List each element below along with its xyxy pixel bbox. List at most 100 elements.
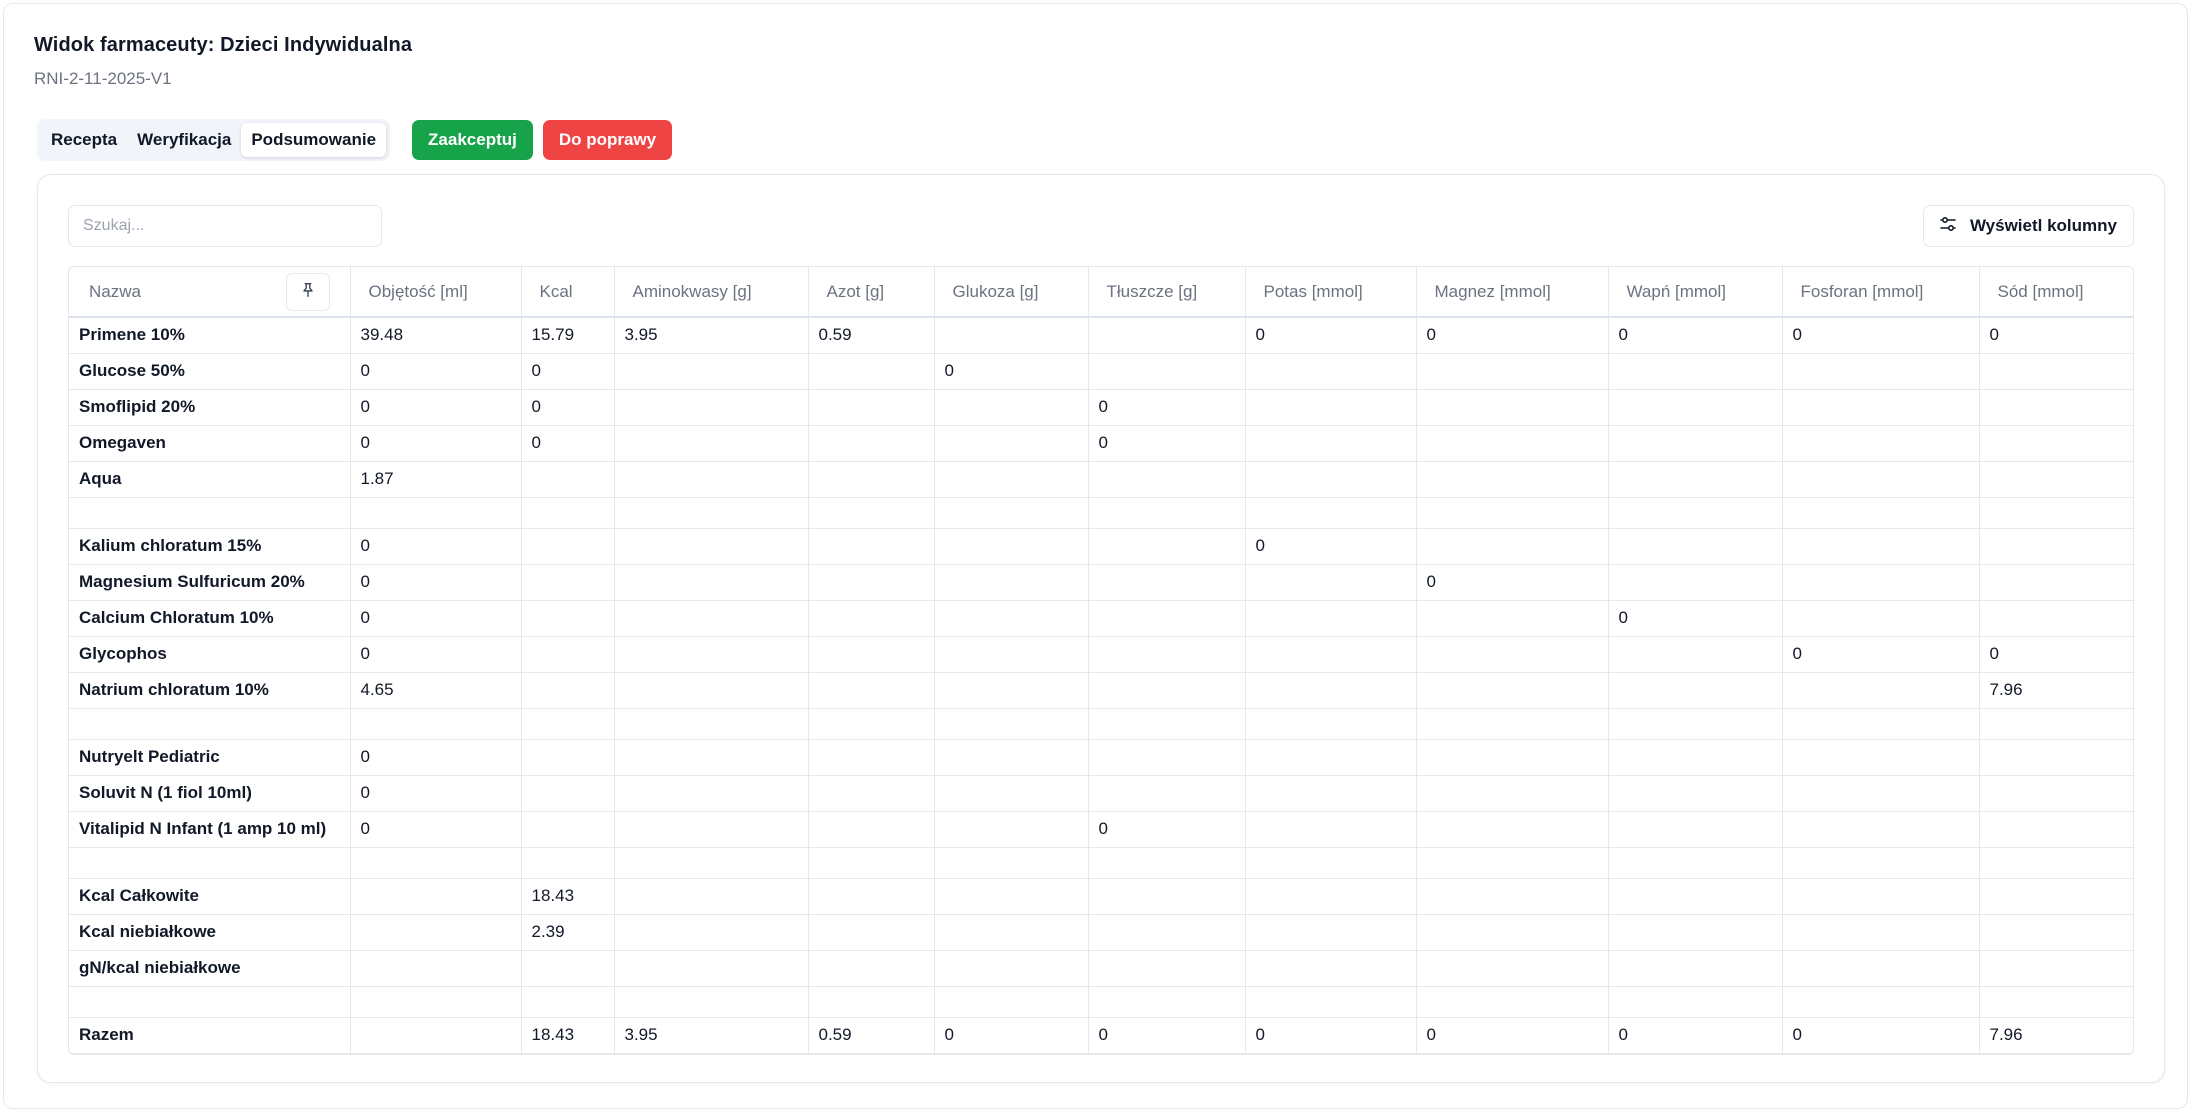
table-cell	[1782, 497, 1980, 529]
table-cell	[614, 739, 809, 776]
table-cell	[521, 847, 615, 879]
table-cell	[808, 425, 935, 462]
table-cell: 0	[350, 739, 522, 776]
row-name-cell: Soluvit N (1 fiol 10ml)	[69, 775, 351, 812]
table-cell	[1245, 878, 1417, 915]
table-cell	[521, 672, 615, 709]
sliders-icon	[1938, 214, 1958, 239]
column-header-label: Tłuszcze [g]	[1106, 281, 1198, 301]
table-cell: 0	[1979, 636, 2133, 673]
reject-button[interactable]: Do poprawy	[542, 120, 673, 160]
search-input[interactable]	[68, 205, 382, 247]
accept-button[interactable]: Zaakceptuj	[412, 120, 533, 160]
table-cell: 0	[934, 1017, 1089, 1054]
table-cell: 0	[934, 353, 1089, 390]
column-header[interactable]: Tłuszcze [g]	[1088, 267, 1246, 318]
table-row: Soluvit N (1 fiol 10ml) 0	[69, 775, 2133, 812]
table-cell	[521, 600, 615, 637]
tab-recepta[interactable]: Recepta	[41, 123, 127, 157]
table-cell	[614, 564, 809, 601]
table-cell	[1608, 847, 1783, 879]
table-cell	[350, 847, 522, 879]
table-cell	[934, 389, 1089, 426]
table-cell: 0	[1245, 1017, 1417, 1054]
column-header[interactable]: Azot [g]	[808, 267, 935, 318]
table-row: Glucose 50% 0 0 0	[69, 353, 2133, 390]
table-cell	[614, 425, 809, 462]
table-cell	[1782, 528, 1980, 565]
table-cell	[1979, 461, 2133, 498]
table-cell	[1608, 986, 1783, 1018]
table-cell	[1416, 739, 1609, 776]
table-cell	[1088, 353, 1246, 390]
column-header[interactable]: Aminokwasy [g]	[614, 267, 809, 318]
table-cell	[1088, 775, 1246, 812]
table-cell	[808, 914, 935, 951]
table-cell	[1608, 353, 1783, 390]
table-cell	[1782, 914, 1980, 951]
table-cell: 0	[1782, 317, 1980, 354]
row-name-cell: Calcium Chloratum 10%	[69, 600, 351, 637]
tab-weryfikacja[interactable]: Weryfikacja	[127, 123, 241, 157]
table-cell: 0	[1782, 1017, 1980, 1054]
table-cell	[1979, 528, 2133, 565]
table-row: Smoflipid 20% 0 0 0	[69, 389, 2133, 426]
table-cell	[521, 950, 615, 987]
table-cell	[1088, 739, 1246, 776]
page-header: Widok farmaceuty: Dzieci Indywidualna RN…	[34, 34, 412, 89]
table-cell	[1608, 528, 1783, 565]
table-cell	[1608, 950, 1783, 987]
table-cell	[1782, 811, 1980, 848]
table-cell	[1979, 564, 2133, 601]
table-cell	[614, 497, 809, 529]
column-header[interactable]: Glukoza [g]	[934, 267, 1089, 318]
column-header-nazwa[interactable]: Nazwa	[69, 267, 351, 318]
column-header[interactable]: Sód [mmol]	[1979, 267, 2133, 318]
table-cell	[521, 497, 615, 529]
pin-icon	[299, 281, 317, 304]
table-cell	[614, 353, 809, 390]
table-cell	[521, 528, 615, 565]
table-cell	[1608, 914, 1783, 951]
table-cell	[808, 461, 935, 498]
table-cell: 0	[1979, 317, 2133, 354]
column-header[interactable]: Fosforan [mmol]	[1782, 267, 1980, 318]
table-cell: 15.79	[521, 317, 615, 354]
tab-podsumowanie[interactable]: Podsumowanie	[241, 123, 387, 157]
table-cell: 0	[350, 425, 522, 462]
toolbar: Recepta Weryfikacja Podsumowanie Zaakcep…	[37, 119, 673, 161]
row-name-cell: Glucose 50%	[69, 353, 351, 390]
column-header-label: Kcal	[539, 281, 573, 301]
row-name-cell: Natrium chloratum 10%	[69, 672, 351, 709]
table-cell: 0	[350, 528, 522, 565]
table-cell	[1245, 425, 1417, 462]
table-cell: 0	[350, 389, 522, 426]
row-name-cell: Kcal Całkowite	[69, 878, 351, 915]
column-header[interactable]: Objętość [ml]	[350, 267, 522, 318]
table-cell	[1608, 389, 1783, 426]
table-row: Kalium chloratum 15% 0 0	[69, 528, 2133, 565]
table-cell	[1416, 497, 1609, 529]
pin-column-button[interactable]	[285, 273, 330, 311]
table-row: Kcal niebiałkowe 2.39	[69, 914, 2133, 951]
column-header[interactable]: Kcal	[521, 267, 615, 318]
table-cell	[808, 708, 935, 740]
table-cell: 0	[350, 353, 522, 390]
table-cell	[1979, 950, 2133, 987]
column-header[interactable]: Magnez [mmol]	[1416, 267, 1609, 318]
table-cell	[808, 497, 935, 529]
table-cell	[1782, 564, 1980, 601]
column-header[interactable]: Potas [mmol]	[1245, 267, 1417, 318]
table-cell	[614, 775, 809, 812]
column-header[interactable]: Wapń [mmol]	[1608, 267, 1783, 318]
table-cell	[934, 775, 1089, 812]
table-cell: 0	[350, 811, 522, 848]
columns-button[interactable]: Wyświetl kolumny	[1922, 205, 2134, 247]
table-cell	[1782, 775, 1980, 812]
table-cell	[1088, 950, 1246, 987]
table-cell	[808, 600, 935, 637]
table-cell	[614, 914, 809, 951]
table-cell	[808, 564, 935, 601]
page-title: Widok farmaceuty: Dzieci Indywidualna	[34, 34, 413, 56]
table-cell: 2.39	[521, 914, 615, 951]
